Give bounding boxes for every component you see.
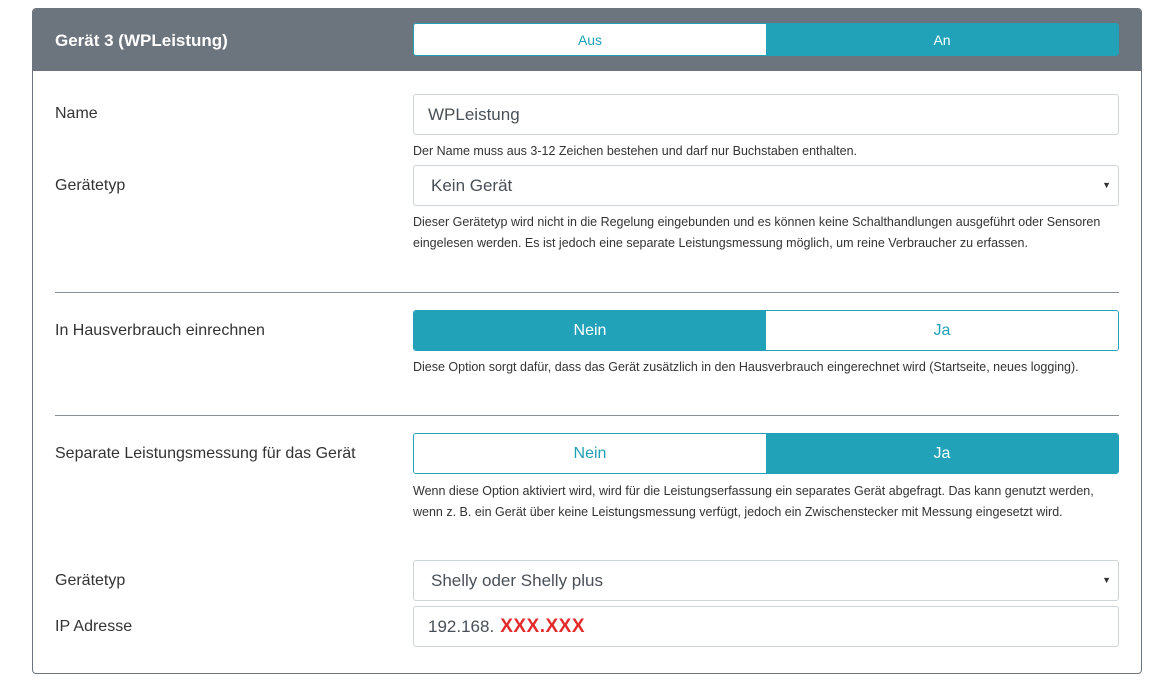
- device-title: Gerät 3 (WPLeistung): [55, 31, 228, 50]
- house-consumption-label: In Hausverbrauch einrechnen: [55, 322, 265, 339]
- ip-address-redacted: XXX.XXX: [500, 615, 586, 637]
- device-active-toggle: Aus An: [413, 23, 1119, 56]
- caret-down-icon: ▼: [1102, 180, 1111, 190]
- card-header: Gerät 3 (WPLeistung) Aus An: [33, 9, 1141, 71]
- caret-down-icon: ▼: [1102, 575, 1111, 585]
- device-settings-card: Gerät 3 (WPLeistung) Aus An Name WPLeist…: [32, 8, 1142, 674]
- section-divider: [55, 415, 1119, 416]
- ip-address-prefix: 192.168.: [428, 616, 495, 636]
- separate-measurement-toggle: Nein Ja: [413, 433, 1119, 474]
- toggle-off-button[interactable]: Aus: [414, 24, 766, 55]
- device-type-label: Gerätetyp: [55, 177, 126, 194]
- separate-measurement-label: Separate Leistungsmessung für das Gerät: [55, 445, 356, 462]
- section-divider: [55, 292, 1119, 293]
- device-type-select[interactable]: Kein Gerät ▼: [413, 165, 1119, 206]
- separate-measurement-no-button[interactable]: Nein: [414, 434, 766, 473]
- device-type-selected-value: Kein Gerät: [431, 175, 513, 195]
- ip-address-label: IP Adresse: [55, 618, 133, 635]
- meter-type-selected-value: Shelly oder Shelly plus: [431, 570, 603, 590]
- ip-address-input[interactable]: 192.168. XXX.XXX: [413, 606, 1119, 647]
- meter-type-label: Gerätetyp: [55, 572, 126, 589]
- house-consumption-no-button[interactable]: Nein: [414, 311, 766, 350]
- separate-measurement-help-text: Wenn diese Option aktiviert wird, wird f…: [413, 484, 1094, 519]
- meter-type-select[interactable]: Shelly oder Shelly plus ▼: [413, 560, 1119, 601]
- name-input[interactable]: WPLeistung: [413, 94, 1119, 135]
- house-consumption-help-text: Diese Option sorgt dafür, dass das Gerät…: [413, 360, 1079, 374]
- house-consumption-toggle: Nein Ja: [413, 310, 1119, 351]
- name-input-value: WPLeistung: [428, 104, 520, 124]
- device-type-help-text: Dieser Gerätetyp wird nicht in die Regel…: [413, 215, 1101, 250]
- toggle-on-button[interactable]: An: [766, 24, 1118, 55]
- house-consumption-yes-button[interactable]: Ja: [766, 311, 1118, 350]
- name-label: Name: [55, 105, 98, 122]
- name-help-text: Der Name muss aus 3-12 Zeichen bestehen …: [413, 144, 858, 158]
- separate-measurement-yes-button[interactable]: Ja: [766, 434, 1118, 473]
